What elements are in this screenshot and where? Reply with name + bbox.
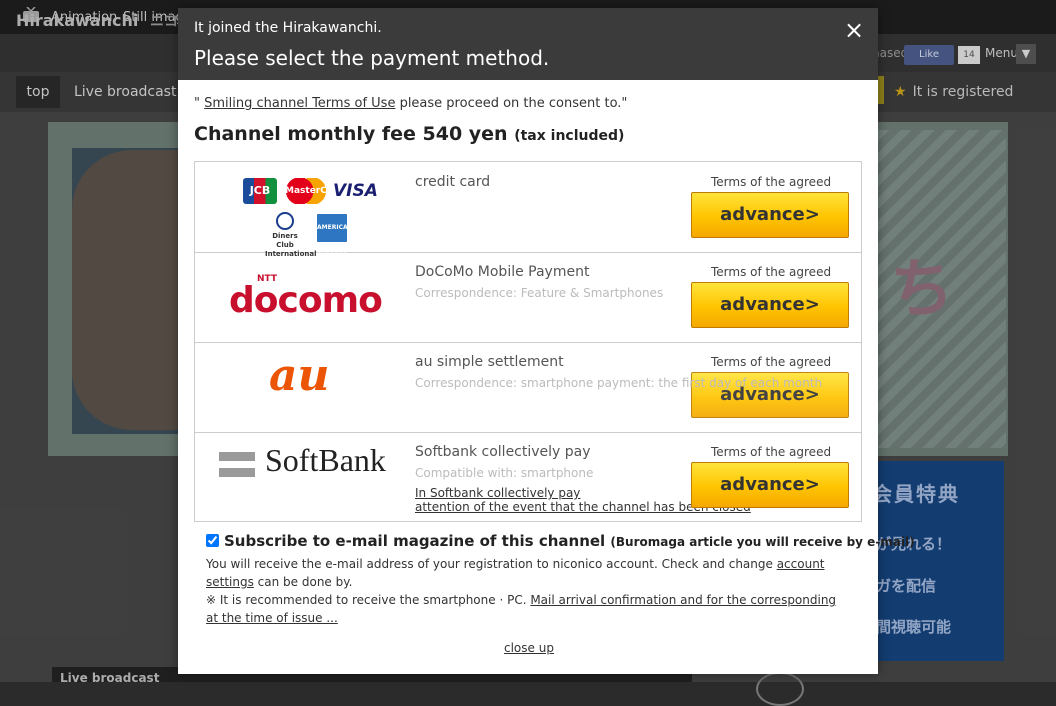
softbank-bar (219, 452, 255, 461)
payment-row-au: au au simple settlement Terms of the agr… (195, 342, 861, 433)
payment-correspondence: Correspondence: smartphone payment: the … (415, 376, 823, 390)
credit-card-logos: JCB MasterCard VISA Diners Club Internat… (243, 178, 383, 259)
docomo-logo: NTT docomo (229, 274, 389, 324)
fee-amount: Channel monthly fee 540 yen (194, 123, 508, 145)
subscribe-text: Subscribe to e-mail magazine of this cha… (224, 532, 606, 550)
payment-name: DoCoMo Mobile Payment (415, 264, 590, 280)
diners-club-logo: Diners Club International (265, 212, 317, 258)
payment-name: credit card (415, 174, 491, 190)
payment-correspondence: Correspondence: Feature & Smartphones (415, 286, 664, 300)
diners-club-icon (276, 212, 294, 230)
visa-logo: VISA (333, 181, 378, 201)
subscribe-note: (Buromaga article you will receive by e-… (610, 535, 915, 549)
payment-options-table: JCB MasterCard VISA Diners Club Internat… (194, 161, 862, 522)
advance-button-docomo[interactable]: advance> (691, 282, 849, 328)
advance-button-softbank[interactable]: advance> (691, 462, 849, 508)
softbank-bars-icon (219, 452, 255, 478)
payment-method-modal: It joined the Hirakawanchi. Please selec… (178, 8, 915, 674)
jcb-logo: JCB (243, 178, 277, 204)
info-text: You will receive the e-mail address of y… (206, 557, 777, 571)
consent-suffix: please proceed on the consent to." (395, 96, 628, 111)
terms-of-use-link[interactable]: Smiling channel Terms of Use (204, 96, 395, 111)
softbank-bar (219, 468, 255, 477)
advance-button-credit-card[interactable]: advance> (691, 192, 849, 238)
american-express-logo: AMERICAN EXPRESS (317, 214, 353, 259)
payment-name: au simple settlement (415, 354, 564, 370)
terms-agreed-label: Terms of the agreed (711, 265, 832, 279)
mastercard-logo: MasterCard (285, 178, 344, 204)
modal-subtitle: It joined the Hirakawanchi. (194, 20, 382, 36)
docomo-wordmark: docomo (229, 280, 383, 321)
fee-tax-note: (tax included) (514, 128, 625, 144)
monthly-fee: Channel monthly fee 540 yen (tax include… (194, 123, 624, 145)
info-text: ※ It is recommended to receive the smart… (206, 593, 531, 607)
payment-row-credit-card: JCB MasterCard VISA Diners Club Internat… (195, 162, 861, 259)
info-text: can be done by. (253, 575, 353, 589)
modal-title: Please select the payment method. (194, 46, 550, 70)
consent-notice: " Smiling channel Terms of Use please pr… (194, 96, 627, 111)
close-icon[interactable]: × (842, 18, 866, 42)
consent-prefix: " (194, 96, 205, 111)
payment-row-docomo: NTT docomo DoCoMo Mobile Payment Corresp… (195, 252, 861, 343)
subscribe-checkbox[interactable] (206, 534, 219, 547)
terms-agreed-label: Terms of the agreed (711, 175, 832, 189)
terms-agreed-label: Terms of the agreed (711, 355, 832, 369)
close-up-link[interactable]: close up (504, 641, 554, 655)
modal-header: It joined the Hirakawanchi. Please selec… (178, 8, 878, 80)
softbank-pay-link[interactable]: In Softbank collectively pay (415, 486, 580, 500)
softbank-wordmark: SoftBank (265, 442, 386, 478)
payment-correspondence: Compatible with: smartphone (415, 466, 594, 480)
terms-agreed-label: Terms of the agreed (711, 445, 832, 459)
au-logo: au (269, 350, 330, 401)
subscribe-label[interactable]: Subscribe to e-mail magazine of this cha… (224, 532, 915, 550)
email-info: You will receive the e-mail address of y… (206, 555, 846, 627)
payment-row-softbank: SoftBank Softbank collectively pay Compa… (195, 432, 861, 522)
payment-name: Softbank collectively pay (415, 444, 591, 460)
